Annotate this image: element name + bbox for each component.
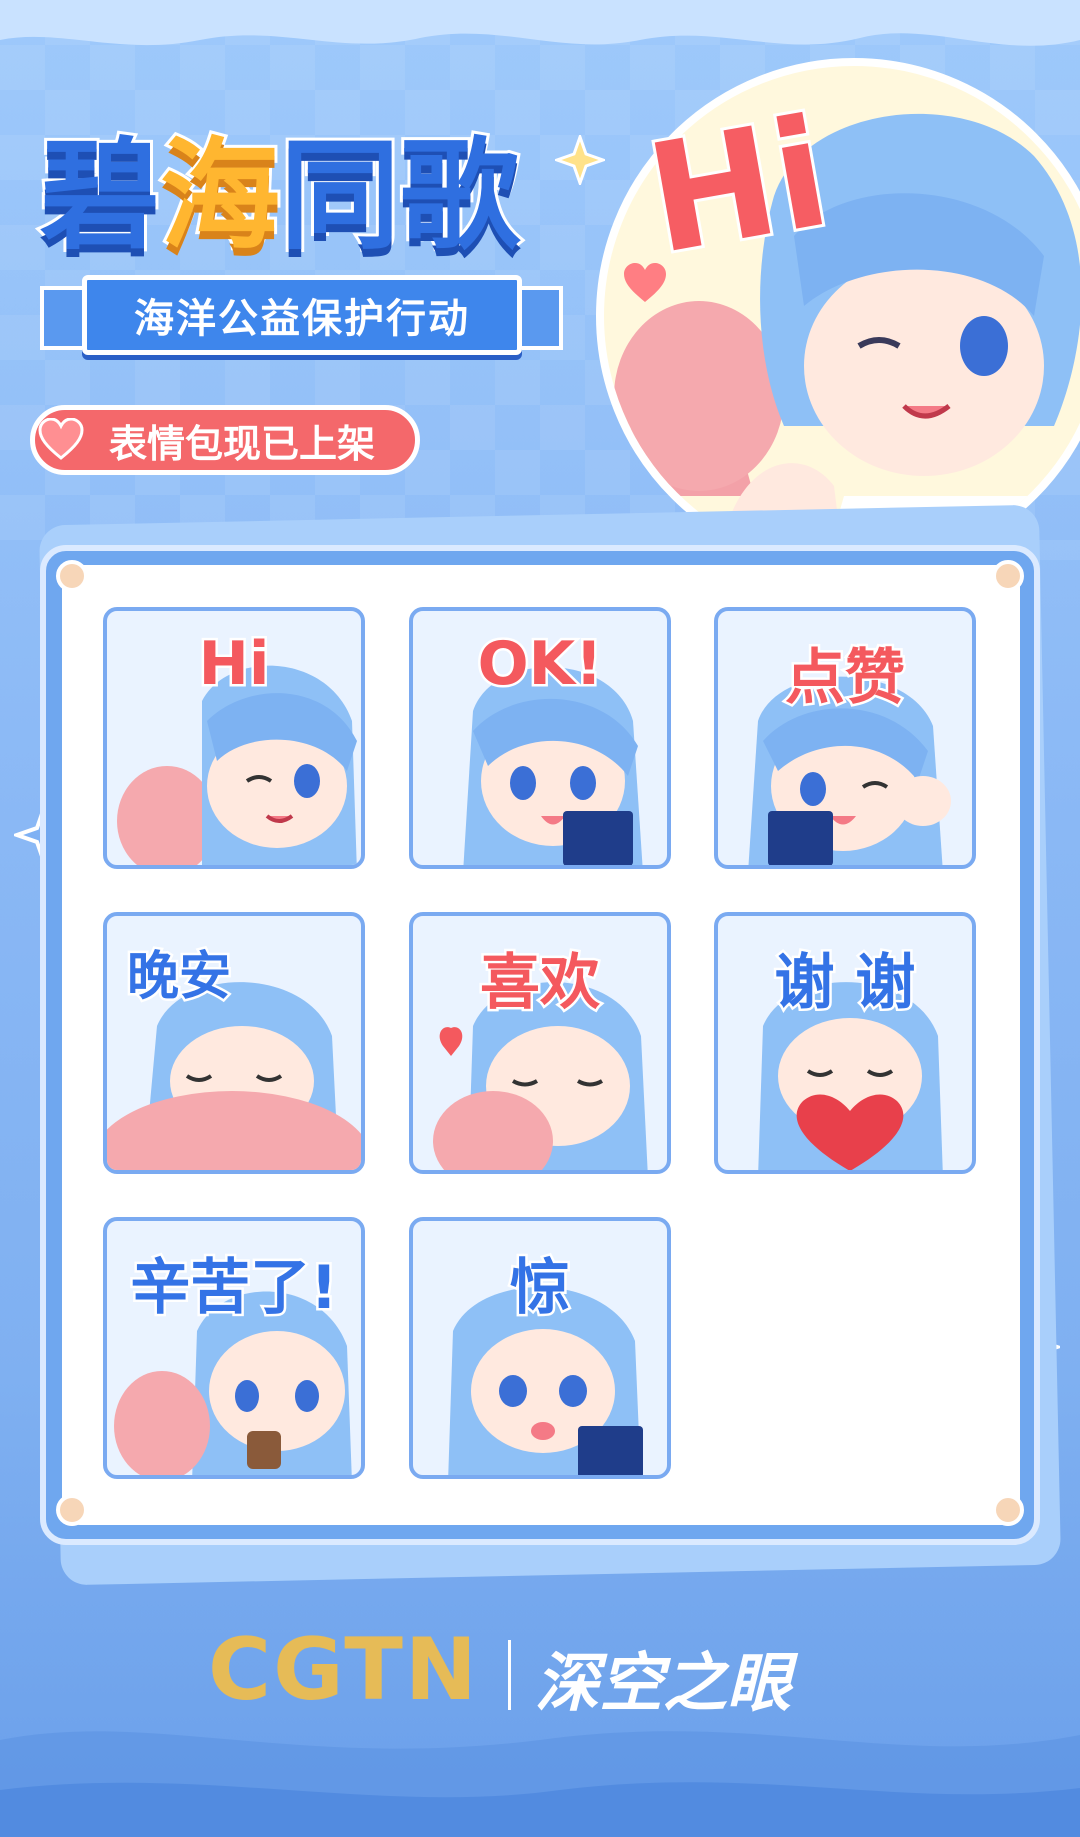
- title-char: 海: [157, 124, 283, 269]
- bolt: [56, 560, 88, 592]
- sticker-thanks-for-work[interactable]: 辛苦了!: [103, 1217, 365, 1479]
- subtitle-banner: 海洋公益保护行动: [82, 275, 522, 355]
- sticker-hi[interactable]: Hi: [103, 607, 365, 869]
- sticker-thanks[interactable]: 谢 谢: [714, 912, 976, 1174]
- release-badge-text: 表情包现已上架: [109, 421, 376, 466]
- subtitle-text: 海洋公益保护行动: [134, 296, 470, 342]
- sticker-label: 喜欢: [478, 946, 603, 1021]
- sticker-label: 谢 谢: [772, 946, 918, 1021]
- bolt: [992, 560, 1024, 592]
- sticker-label: Hi: [196, 627, 272, 702]
- sticker-label: 点赞: [783, 641, 908, 716]
- bolt: [992, 1494, 1024, 1526]
- sticker-thumbs-up[interactable]: 点赞: [714, 607, 976, 869]
- title-char: 碧: [37, 124, 163, 269]
- title-char: 歌: [397, 124, 523, 269]
- sticker-good-night[interactable]: 晚安: [103, 912, 365, 1174]
- bolt: [56, 1494, 88, 1526]
- sticker-label: 晚安: [125, 945, 234, 1010]
- sticker-label: OK!: [475, 627, 605, 702]
- sticker-ok[interactable]: OK!: [409, 607, 671, 869]
- sticker-label: 辛苦了!: [128, 1251, 340, 1326]
- title-logo: 碧 海 同 歌: [37, 122, 600, 272]
- release-badge: 表情包现已上架: [30, 405, 420, 475]
- cgtn-logo: CGTN: [208, 1620, 479, 1720]
- wave-top: [0, 0, 1080, 46]
- brand-logo: 深空之眼: [535, 1647, 791, 1721]
- title-char: 同: [277, 124, 403, 269]
- footer-divider: [508, 1640, 511, 1710]
- hero-hi-text: Hi: [633, 83, 843, 291]
- sticker-surprised[interactable]: 惊: [409, 1217, 671, 1479]
- sticker-label: 惊: [508, 1251, 573, 1326]
- sticker-like[interactable]: 喜欢: [409, 912, 671, 1174]
- heart-icon: [38, 418, 84, 460]
- heart-icon: [624, 263, 666, 302]
